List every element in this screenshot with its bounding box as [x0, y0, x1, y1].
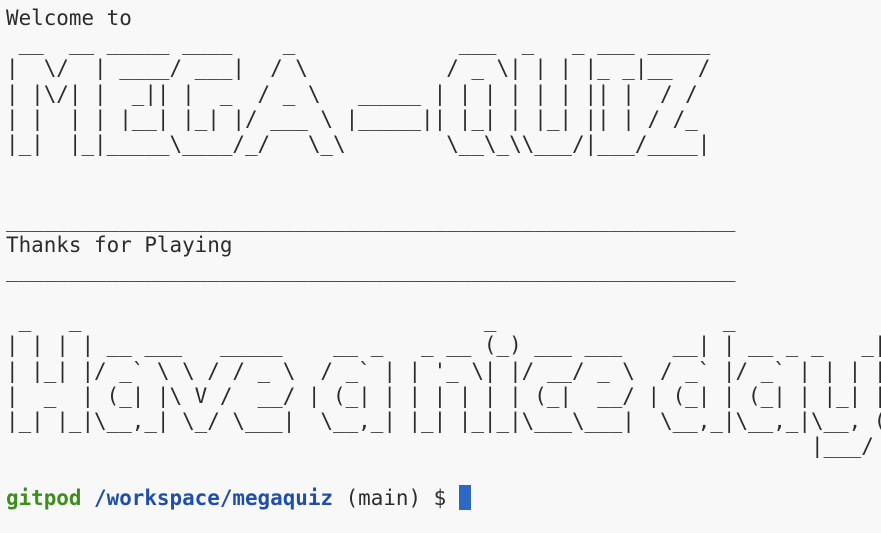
megaquiz-banner-row-4: | | | | |__| |_| |/ ___ \ |_____|| |_| |… [6, 106, 711, 131]
have-a-nice-day-banner-row-5: |_| |_|\__,_| \_/ \___| \__,_| |_| |_|_|… [6, 409, 881, 433]
megaquiz-banner-row-3: | |\/| | _|| | _ / _ \ _____ | | | | | |… [6, 81, 711, 106]
have-a-nice-day-banner-row-3: | |_| |/ _` \ \ / / _ \ / _` | | '_ \| |… [6, 358, 881, 383]
have-a-nice-day-banner-row-2: | | | | __ ___ _____ __ _ _ __ (_) ___ _… [6, 333, 881, 358]
blank-line-2 [6, 182, 881, 207]
megaquiz-banner-row-1: __ __ _____ ____ _ ___ _ _ ___ _____ [6, 31, 711, 56]
prompt-branch: (main) [345, 485, 422, 510]
prompt-symbol: $ [433, 485, 447, 510]
thanks-line: Thanks for Playing [6, 232, 233, 257]
welcome-line: Welcome to [6, 6, 132, 30]
blank-line-4 [6, 459, 881, 484]
megaquiz-banner-row-2: | \/ | ____/ ___| / \ / _ \| | | |_ _|__… [6, 56, 711, 81]
have-a-nice-day-banner-row-4: | _ | (_| |\ V / __/ | (_| | | | | | | (… [6, 383, 881, 408]
have-a-nice-day-banner-row-1: _ _ _ _ _ [6, 308, 881, 333]
prompt-path: /workspace/megaquiz [94, 485, 334, 510]
have-a-nice-day-banner-row-6: |___/ [6, 434, 881, 459]
prompt-user: gitpod [6, 485, 82, 510]
blank-line-3 [6, 283, 881, 308]
divider-bottom: ________________________________________… [6, 257, 736, 282]
terminal-window[interactable]: Welcome to __ __ _____ ____ _ ___ _ _ __… [0, 0, 881, 533]
command-prompt[interactable]: gitpod /workspace/megaquiz (main) $ [6, 484, 881, 510]
blank-line-1 [6, 157, 881, 182]
divider-top: ________________________________________… [6, 207, 736, 232]
megaquiz-banner-row-5: |_| |_|_____\____/_/ \_\ \__\_\\___/|___… [6, 131, 711, 156]
terminal-cursor[interactable] [458, 484, 471, 510]
